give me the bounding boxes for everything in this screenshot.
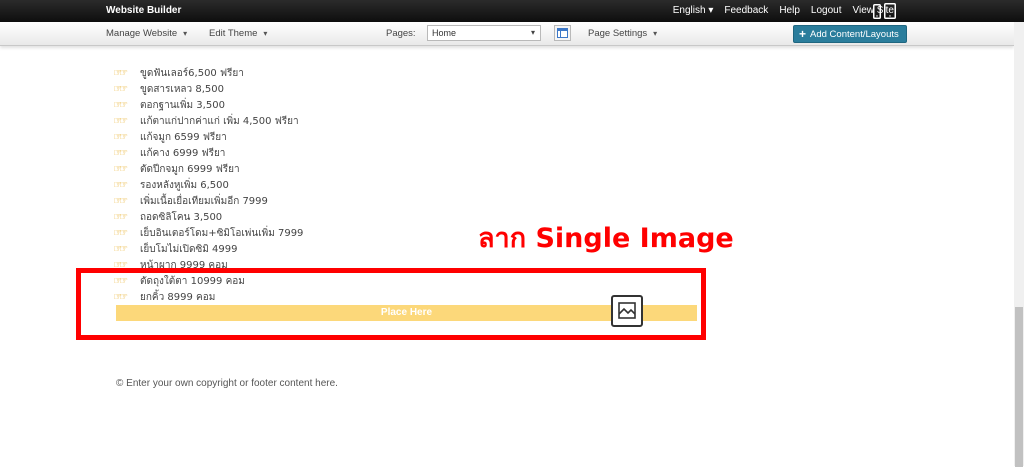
plus-icon: + bbox=[799, 27, 807, 41]
chevron-down-icon: ▾ bbox=[708, 5, 714, 16]
list-item-text: แก้คาง 6999 ฟรียา bbox=[140, 148, 226, 159]
device-preview bbox=[873, 3, 896, 19]
list-item-text: ขูดสารเหลว 8,500 bbox=[140, 84, 224, 95]
add-content-button[interactable]: + Add Content/Layouts bbox=[793, 25, 907, 43]
pointing-hand-icon: ☜☜ bbox=[116, 244, 128, 255]
chevron-down-icon: ▾ bbox=[653, 29, 658, 38]
language-link[interactable]: English ▾ bbox=[673, 5, 714, 16]
chevron-down-icon: ▾ bbox=[530, 28, 535, 37]
help-link[interactable]: Help bbox=[779, 5, 800, 16]
drop-zone[interactable]: Place Here bbox=[116, 305, 697, 321]
manage-website-menu[interactable]: Manage Website ▾ bbox=[106, 28, 187, 39]
top-bar: Website Builder English ▾ Feedback Help … bbox=[0, 0, 1024, 22]
pointing-hand-icon: ☜☜ bbox=[116, 180, 128, 191]
list-item: ☜☜ ตอกฐานเพิ่ม 3,500 bbox=[116, 98, 303, 114]
list-item: ☜☜ ถอดซิลิโคน 3,500 bbox=[116, 210, 303, 226]
list-item: ☜☜ แก้ตาแก่ปากค่าแก่ เพิ่ม 4,500 ฟรียา bbox=[116, 114, 303, 130]
pages-label: Pages: bbox=[386, 28, 416, 39]
layout-icon bbox=[557, 28, 568, 38]
list-item-text: เย็บอินเตอร์โดม+ซิมิโอเพ่นเพิ่ม 7999 bbox=[140, 228, 304, 239]
list-item: ☜☜ แก้จมูก 6599 ฟรียา bbox=[116, 130, 303, 146]
page-scrollbar[interactable] bbox=[1014, 22, 1024, 467]
pointing-hand-icon: ☜☜ bbox=[116, 84, 128, 95]
list-item: ☜☜ เย็บโมไม่เปิดซิมิ 4999 bbox=[116, 242, 303, 258]
brand-title: Website Builder bbox=[106, 5, 182, 16]
footer-copyright: © Enter your own copyright or footer con… bbox=[116, 378, 338, 389]
list-item-text: แก้จมูก 6599 ฟรียา bbox=[140, 132, 227, 143]
list-item-text: เพิ่มเนื้อเยื่อเทียมเพิ่มอีก 7999 bbox=[140, 196, 268, 207]
tablet-icon[interactable] bbox=[884, 3, 896, 19]
list-item: ☜☜ รองหลังหูเพิ่ม 6,500 bbox=[116, 178, 303, 194]
pages-select[interactable]: Home ▾ bbox=[427, 25, 541, 41]
list-item-text: รองหลังหูเพิ่ม 6,500 bbox=[140, 180, 229, 191]
pointing-hand-icon: ☜☜ bbox=[116, 132, 128, 143]
scrollbar-thumb[interactable] bbox=[1015, 307, 1023, 467]
pointing-hand-icon: ☜☜ bbox=[116, 148, 128, 159]
chevron-down-icon: ▾ bbox=[263, 29, 268, 38]
image-icon bbox=[618, 302, 636, 319]
chevron-down-icon: ▾ bbox=[183, 29, 188, 38]
edit-theme-menu[interactable]: Edit Theme ▾ bbox=[209, 28, 267, 39]
drag-annotation: ลาก Single Image bbox=[478, 223, 734, 254]
pointing-hand-icon: ☜☜ bbox=[116, 68, 128, 79]
page-settings-menu[interactable]: Page Settings ▾ bbox=[588, 28, 657, 39]
list-item: ☜☜ เพิ่มเนื้อเยื่อเทียมเพิ่มอีก 7999 bbox=[116, 194, 303, 210]
list-item: ☜☜ ตัดปีกจมูก 6999 ฟรียา bbox=[116, 162, 303, 178]
mobile-icon[interactable] bbox=[873, 4, 881, 19]
editor-toolbar: Manage Website ▾ Edit Theme ▾ Pages: Home … bbox=[0, 22, 1014, 46]
logout-link[interactable]: Logout bbox=[811, 5, 842, 16]
list-item-text: ถอดซิลิโคน 3,500 bbox=[140, 212, 223, 223]
list-item: ☜☜ แก้คาง 6999 ฟรียา bbox=[116, 146, 303, 162]
top-links: English ▾ Feedback Help Logout View Site bbox=[673, 5, 894, 16]
list-item-text: ตัดปีกจมูก 6999 ฟรียา bbox=[140, 164, 240, 175]
pointing-hand-icon: ☜☜ bbox=[116, 212, 128, 223]
single-image-drag-icon[interactable] bbox=[611, 295, 643, 327]
pointing-hand-icon: ☜☜ bbox=[116, 228, 128, 239]
list-item-text: เย็บโมไม่เปิดซิมิ 4999 bbox=[140, 244, 238, 255]
pointing-hand-icon: ☜☜ bbox=[116, 116, 128, 127]
list-item: ☜☜ ขูดฟันเลอร์6,500 ฟรียา bbox=[116, 66, 303, 82]
list-item-text: แก้ตาแก่ปากค่าแก่ เพิ่ม 4,500 ฟรียา bbox=[140, 116, 299, 127]
pointing-hand-icon: ☜☜ bbox=[116, 196, 128, 207]
list-item: ☜☜ เย็บอินเตอร์โดม+ซิมิโอเพ่นเพิ่ม 7999 bbox=[116, 226, 303, 242]
list-item-text: ตอกฐานเพิ่ม 3,500 bbox=[140, 100, 225, 111]
feedback-link[interactable]: Feedback bbox=[724, 5, 768, 16]
page-layout-button[interactable] bbox=[554, 25, 571, 41]
list-item: ☜☜ ขูดสารเหลว 8,500 bbox=[116, 82, 303, 98]
pointing-hand-icon: ☜☜ bbox=[116, 164, 128, 175]
list-item-text: ขูดฟันเลอร์6,500 ฟรียา bbox=[140, 68, 244, 79]
pointing-hand-icon: ☜☜ bbox=[116, 100, 128, 111]
